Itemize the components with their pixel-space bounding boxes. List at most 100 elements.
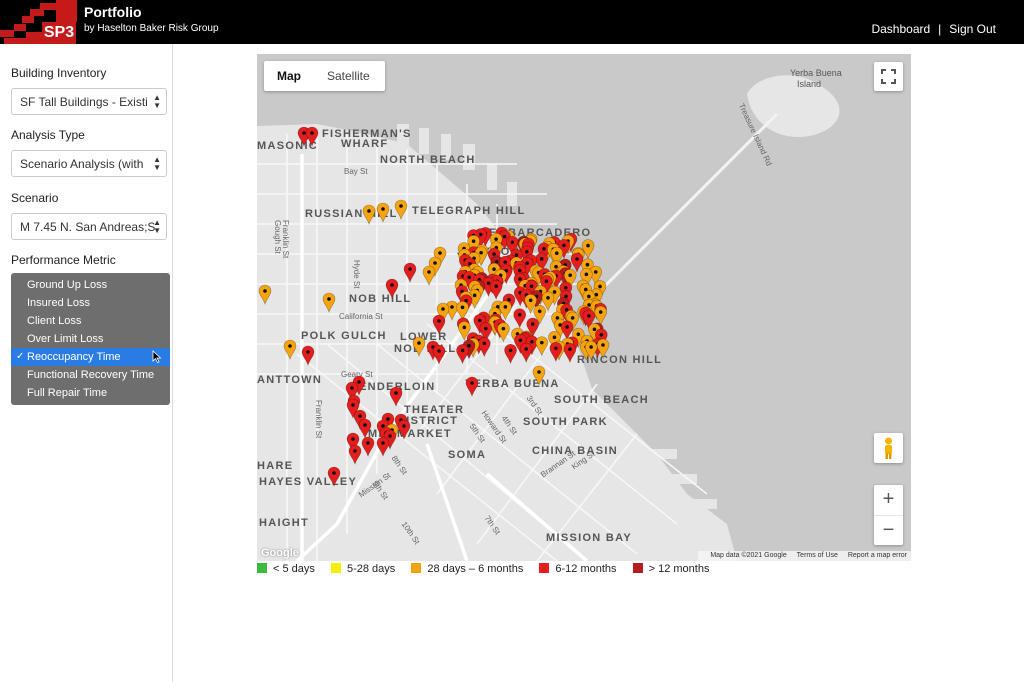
legend-label: > 12 months <box>648 563 710 575</box>
menu-item-reoccupancy-time[interactable]: ✓ Reoccupancy Time <box>11 348 170 366</box>
building-marker[interactable] <box>412 336 426 357</box>
building-marker[interactable] <box>478 337 491 358</box>
analysis-type-select[interactable]: Scenario Analysis (with ▲ ▼ <box>11 150 167 177</box>
building-marker[interactable] <box>376 436 390 457</box>
building-marker[interactable] <box>422 265 436 286</box>
map-type-map-button[interactable]: Map <box>277 69 301 83</box>
building-marker[interactable] <box>394 199 408 220</box>
building-marker[interactable] <box>570 252 584 273</box>
building-marker[interactable] <box>305 126 319 147</box>
building-marker[interactable] <box>549 342 563 363</box>
app-header: SP3 Portfolio by Haselton Baker Risk Gro… <box>0 0 1024 44</box>
building-marker[interactable] <box>258 284 272 305</box>
sign-out-link[interactable]: Sign Out <box>949 22 996 36</box>
legend-item: 6-12 months <box>539 563 617 575</box>
map-attribution: Map data ©2021 Google Terms of Use Repor… <box>698 551 911 561</box>
building-marker[interactable] <box>432 344 446 365</box>
map-data-credit: Map data ©2021 Google <box>710 552 787 559</box>
google-logo: Google <box>261 547 299 559</box>
legend-swatch <box>539 563 550 573</box>
building-marker[interactable] <box>361 436 375 457</box>
legend-item: < 5 days <box>257 563 315 575</box>
building-marker[interactable] <box>532 365 546 386</box>
performance-metric-label: Performance Metric <box>11 253 116 267</box>
checkmark-icon: ✓ <box>16 351 25 362</box>
menu-item-label: Reoccupancy Time <box>27 351 121 363</box>
zoom-out-button[interactable]: − <box>874 515 903 545</box>
legend-item: 5-28 days <box>330 563 396 575</box>
sidebar: Building Inventory SF Tall Buildings - E… <box>0 44 173 682</box>
map-type-control: Map Satellite <box>264 61 385 91</box>
building-marker[interactable] <box>513 308 527 329</box>
building-inventory-value: SF Tall Buildings - Existi <box>20 95 148 109</box>
building-marker[interactable] <box>376 202 390 223</box>
building-marker[interactable] <box>348 444 362 465</box>
app-subtitle: by Haselton Baker Risk Group <box>84 23 219 34</box>
map-type-satellite-button[interactable]: Satellite <box>327 69 370 83</box>
building-marker[interactable] <box>389 386 403 407</box>
menu-item-full-repair-time[interactable]: Full Repair Time <box>11 384 170 402</box>
building-marker[interactable] <box>362 204 376 225</box>
report-map-error-link[interactable]: Report a map error <box>848 552 907 559</box>
building-marker[interactable] <box>403 262 417 283</box>
building-marker[interactable] <box>301 345 315 366</box>
menu-item-label: Ground Up Loss <box>27 279 108 291</box>
select-arrows-icon: ▲ ▼ <box>153 218 161 235</box>
map[interactable]: MASONIC FISHERMAN'S WHARF NORTH BEACH RU… <box>257 54 911 561</box>
building-marker[interactable] <box>504 343 517 365</box>
legend-item: 28 days – 6 months <box>411 563 523 575</box>
menu-item-over-limit-loss[interactable]: Over Limit Loss <box>11 330 170 348</box>
menu-item-label: Over Limit Loss <box>27 333 104 345</box>
menu-item-functional-recovery-time[interactable]: Functional Recovery Time <box>11 366 170 384</box>
building-marker[interactable] <box>594 305 607 327</box>
menu-item-ground-up-loss[interactable]: Ground Up Loss <box>11 276 170 294</box>
fullscreen-icon <box>881 69 896 84</box>
building-marker[interactable] <box>432 314 446 335</box>
menu-item-client-loss[interactable]: Client Loss <box>11 312 170 330</box>
menu-item-label: Functional Recovery Time <box>27 369 155 381</box>
scenario-select[interactable]: M 7.45 N. San Andreas;S ▲ ▼ <box>11 213 167 240</box>
terms-of-use-link[interactable]: Terms of Use <box>797 552 838 559</box>
building-marker[interactable] <box>535 336 549 357</box>
top-nav: Dashboard | Sign Out <box>871 22 996 36</box>
legend-label: < 5 days <box>273 563 315 575</box>
building-marker[interactable] <box>358 418 372 439</box>
building-marker[interactable] <box>327 466 341 487</box>
building-marker[interactable] <box>456 344 469 365</box>
scenario-value: M 7.45 N. San Andreas;S <box>20 220 156 234</box>
street-view-pegman-button[interactable] <box>874 433 903 463</box>
map-legend: < 5 days 5-28 days 28 days – 6 months 6-… <box>257 563 722 575</box>
menu-item-label: Full Repair Time <box>27 387 108 399</box>
analysis-type-label: Analysis Type <box>11 128 85 142</box>
performance-metric-dropdown[interactable]: Ground Up Loss Insured Loss Client Loss … <box>11 273 170 405</box>
select-arrows-icon: ▲ ▼ <box>153 155 161 172</box>
legend-item: > 12 months <box>632 563 710 575</box>
building-marker[interactable] <box>397 419 411 440</box>
building-marker[interactable] <box>596 338 610 359</box>
fullscreen-button[interactable] <box>874 62 903 91</box>
zoom-in-button[interactable]: + <box>874 485 903 515</box>
nav-separator: | <box>938 22 942 36</box>
building-marker[interactable] <box>519 342 533 363</box>
building-marker[interactable] <box>465 376 479 397</box>
building-marker[interactable] <box>385 278 399 299</box>
legend-swatch <box>632 563 643 573</box>
dashboard-link[interactable]: Dashboard <box>871 22 930 36</box>
legend-label: 28 days – 6 months <box>427 563 524 575</box>
legend-label: 5-28 days <box>346 563 396 575</box>
building-marker[interactable] <box>563 342 577 364</box>
menu-item-label: Insured Loss <box>27 297 90 309</box>
mouse-cursor-icon <box>152 350 162 363</box>
building-inventory-label: Building Inventory <box>11 66 107 80</box>
sp3-logo: SP3 <box>0 0 77 44</box>
legend-swatch <box>411 563 422 573</box>
menu-item-insured-loss[interactable]: Insured Loss <box>11 294 170 312</box>
building-marker[interactable] <box>283 339 297 360</box>
building-marker[interactable] <box>497 322 510 343</box>
legend-swatch <box>330 563 341 573</box>
legend-label: 6-12 months <box>555 563 617 575</box>
building-marker[interactable] <box>322 292 336 313</box>
building-marker[interactable] <box>489 279 503 301</box>
menu-item-label: Client Loss <box>27 315 82 327</box>
building-inventory-select[interactable]: SF Tall Buildings - Existi ▲ ▼ <box>11 88 167 115</box>
